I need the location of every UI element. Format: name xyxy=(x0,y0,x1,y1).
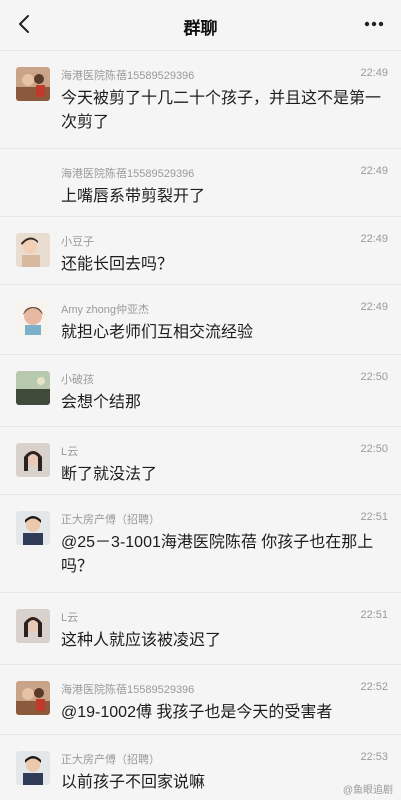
sender-name: 海港医院陈蓓15589529396 xyxy=(61,168,195,180)
message-text: 会想个结那 xyxy=(61,394,142,411)
message-list: 海港医院陈蓓15589529396 22:49 今天被剪了十几二十个孩子，并且这… xyxy=(0,50,401,800)
message-text: 以前孩子不回家说嘛 xyxy=(61,774,206,791)
top-bar: 群聊 xyxy=(0,0,401,50)
message-item[interactable]: Amy zhong仲亚杰 22:49 就担心老师们互相交流经验 xyxy=(0,284,401,354)
sender-name: L云 xyxy=(61,446,79,458)
message-item[interactable]: L云 22:51 这种人就应该被凌迟了 xyxy=(0,592,401,664)
message-time: 22:51 xyxy=(360,511,388,523)
sender-name: 正大房产傅（招聘） xyxy=(61,754,160,766)
cartoon-avatar[interactable] xyxy=(16,301,50,335)
message-time: 22:49 xyxy=(360,301,388,313)
message-time: 22:49 xyxy=(360,165,388,177)
message-time: 22:52 xyxy=(360,681,388,693)
message-item[interactable]: 正大房产傅（招聘） 22:53 以前孩子不回家说嘛 xyxy=(0,734,401,800)
sender-name: Amy zhong仲亚杰 xyxy=(61,304,150,316)
portrait-avatar[interactable] xyxy=(16,443,50,477)
message-item[interactable]: 海港医院陈蓓15589529396 22:49 上嘴唇系带剪裂开了 xyxy=(0,148,401,216)
message-item[interactable]: 正大房产傅（招聘） 22:51 @25－3-1001海港医院陈蓓 你孩子也在那上… xyxy=(0,494,401,592)
group-photo-avatar[interactable] xyxy=(16,67,50,101)
message-item[interactable]: 小破孩 22:50 会想个结那 xyxy=(0,354,401,426)
message-time: 22:49 xyxy=(360,233,388,245)
man-photo-avatar[interactable] xyxy=(16,751,50,785)
message-item[interactable]: 小豆子 22:49 还能长回去吗？ xyxy=(0,216,401,284)
message-text: @25－3-1001海港医院陈蓓 你孩子也在那上吗？ xyxy=(61,534,374,575)
sender-name: 正大房产傅（招聘） xyxy=(61,514,160,526)
message-time: 22:50 xyxy=(360,371,388,383)
message-text: 上嘴唇系带剪裂开了 xyxy=(61,188,206,205)
message-time: 22:49 xyxy=(360,67,388,79)
message-item[interactable]: L云 22:50 断了就没法了 xyxy=(0,426,401,494)
message-text: @19-1002傅 我孩子也是今天的受害者 xyxy=(61,704,333,721)
message-text: 还能长回去吗？ xyxy=(61,256,174,273)
message-text: 就担心老师们互相交流经验 xyxy=(61,324,254,341)
sender-name: 海港医院陈蓓15589529396 xyxy=(61,684,195,696)
portrait-avatar[interactable] xyxy=(16,609,50,643)
message-time: 22:51 xyxy=(360,609,388,621)
more-options-button[interactable] xyxy=(361,12,387,36)
more-horizontal-icon xyxy=(364,21,384,27)
child-photo-avatar[interactable] xyxy=(16,233,50,267)
sender-name: 小豆子 xyxy=(61,236,94,248)
message-item[interactable]: 海港医院陈蓓15589529396 22:52 @19-1002傅 我孩子也是今… xyxy=(0,664,401,734)
sender-name: 海港医院陈蓓15589529396 xyxy=(61,70,195,82)
page-title: 群聊 xyxy=(183,19,218,38)
message-text: 这种人就应该被凌迟了 xyxy=(61,632,222,649)
watermark: @鱼眼追剧 xyxy=(342,785,393,796)
message-time: 22:50 xyxy=(360,443,388,455)
message-text: 断了就没法了 xyxy=(61,466,158,483)
group-photo-avatar[interactable] xyxy=(16,681,50,715)
message-item[interactable]: 海港医院陈蓓15589529396 22:49 今天被剪了十几二十个孩子，并且这… xyxy=(0,50,401,148)
message-text: 今天被剪了十几二十个孩子，并且这不是第一次剪了 xyxy=(61,90,382,131)
man-photo-avatar[interactable] xyxy=(16,511,50,545)
landscape-avatar[interactable] xyxy=(16,371,50,405)
message-time: 22:53 xyxy=(360,751,388,763)
sender-name: 小破孩 xyxy=(61,374,94,386)
sender-name: L云 xyxy=(61,612,79,624)
